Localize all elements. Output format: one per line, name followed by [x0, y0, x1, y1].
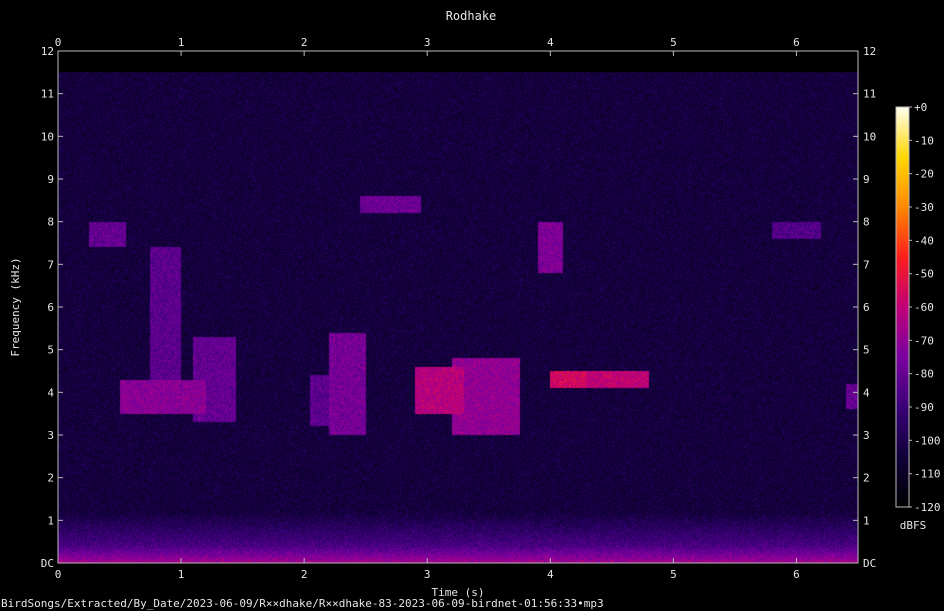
- y-tick-label: 8: [863, 216, 870, 229]
- x-tick-label: 0: [55, 568, 62, 581]
- x-tick-label: 4: [547, 568, 554, 581]
- y-tick-label: 12: [863, 45, 876, 58]
- y-tick-label: 9: [863, 173, 870, 186]
- y-tick-label: 7: [47, 258, 54, 271]
- colorbar-frame: [895, 106, 910, 508]
- colorbar-tick-label: -120: [914, 501, 941, 514]
- y-tick-label: 2: [47, 472, 54, 485]
- y-tick-label: 1: [47, 514, 54, 527]
- y-tick-label: 7: [863, 258, 870, 271]
- y-tick-label: 6: [47, 301, 54, 314]
- y-tick-label: 2: [863, 472, 870, 485]
- colorbar-tick-label: -70: [914, 334, 934, 347]
- y-tick-label: 3: [863, 429, 870, 442]
- x-tick-label: 5: [670, 568, 677, 581]
- colorbar-tick-label: -40: [914, 234, 934, 247]
- x-tick-label: 6: [793, 36, 800, 49]
- y-tick-label: 3: [47, 429, 54, 442]
- y-tick-label: DC: [863, 557, 876, 570]
- x-tick-label: 3: [424, 36, 431, 49]
- y-tick-label: 4: [863, 386, 870, 399]
- chart-title: Rodhake: [446, 9, 497, 23]
- plot-frame: [57, 50, 859, 564]
- colorbar-label: dBFS: [900, 519, 927, 532]
- x-tick-label: 2: [301, 568, 308, 581]
- colorbar-tick-label: -10: [914, 134, 934, 147]
- colorbar-tick-label: -50: [914, 268, 934, 281]
- x-tick-label: 3: [424, 568, 431, 581]
- y-tick-label: 1: [863, 514, 870, 527]
- source-filename: BirdSongs/Extracted/By_Date/2023-06-09/R…: [1, 597, 604, 610]
- y-tick-label: 8: [47, 216, 54, 229]
- x-tick-label: 6: [793, 568, 800, 581]
- x-axis-bottom: 0 1 2 3 4 5 6: [55, 558, 800, 581]
- colorbar-tick-label: -90: [914, 401, 934, 414]
- x-tick-label: 5: [670, 36, 677, 49]
- colorbar-tick-label: -80: [914, 368, 934, 381]
- y-tick-label: 11: [863, 88, 876, 101]
- x-tick-label: 1: [178, 36, 185, 49]
- y-tick-label: 10: [41, 130, 54, 143]
- colorbar-tick-label: -100: [914, 434, 941, 447]
- colorbar-tick-label: -110: [914, 468, 941, 481]
- y-tick-label: 5: [47, 344, 54, 357]
- y-tick-label: 6: [863, 301, 870, 314]
- y-tick-label: 4: [47, 386, 54, 399]
- x-tick-label: 0: [55, 36, 62, 49]
- y-tick-label: 9: [47, 173, 54, 186]
- colorbar-tick-label: -60: [914, 301, 934, 314]
- y-tick-label: DC: [41, 557, 54, 570]
- y-tick-label: 5: [863, 344, 870, 357]
- colorbar-tick-label: -30: [914, 201, 934, 214]
- colorbar-tick-label: +0: [914, 101, 927, 114]
- chart: 0123456 0123456 DC123456789101112 DC1234…: [1, 9, 941, 610]
- y-tick-label: 10: [863, 130, 876, 143]
- x-tick-label: 1: [178, 568, 185, 581]
- y-tick-label: 12: [41, 45, 54, 58]
- x-tick-label: 2: [301, 36, 308, 49]
- y-axis-left: DC123456789101112: [41, 45, 63, 570]
- y-axis-label: Frequency (kHz): [9, 257, 22, 356]
- colorbar-axis: +0 -10 -20 -30 -40 -50 -60 -70 -80 -90 -100 -110 -12…: [909, 101, 941, 514]
- x-axis-top: 0 1 2 3 4 5 6: [55, 36, 800, 56]
- colorbar-tick-label: -20: [914, 168, 934, 181]
- x-tick-label: 4: [547, 36, 554, 49]
- y-tick-label: 11: [41, 88, 54, 101]
- y-axis-right: DC123456789101112: [853, 45, 876, 570]
